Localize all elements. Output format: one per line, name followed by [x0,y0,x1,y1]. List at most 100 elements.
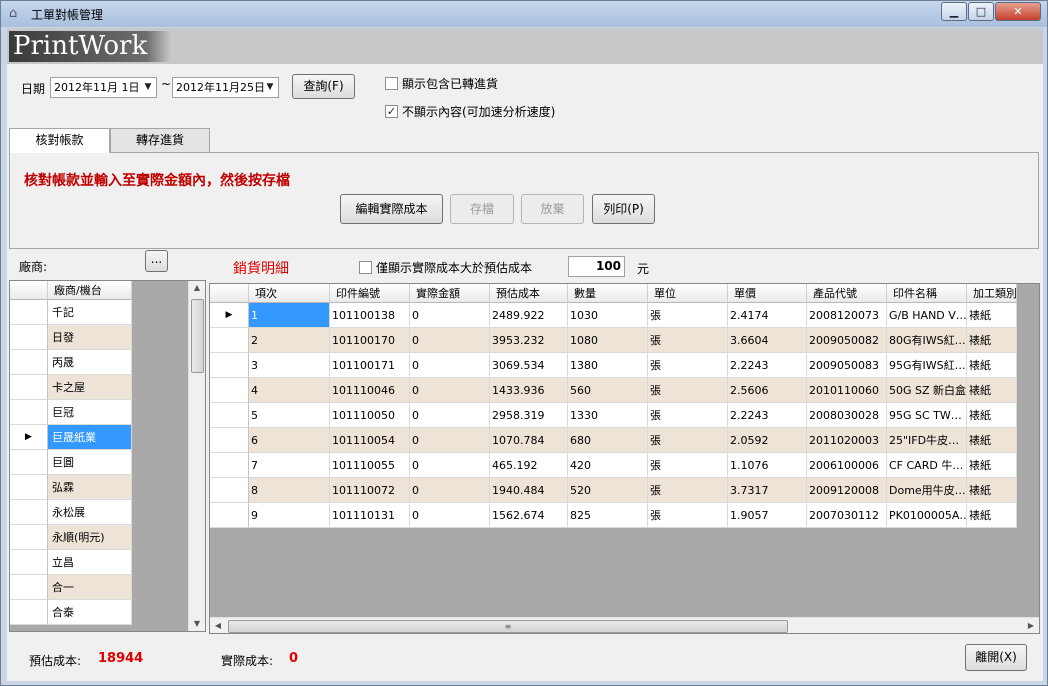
detail-cell[interactable]: 張 [648,378,728,403]
column-header[interactable]: 單價 [728,284,807,303]
column-header[interactable]: 印件名稱 [887,284,967,303]
scroll-left-icon[interactable]: ◀ [212,621,224,630]
vendor-row-header[interactable] [10,300,48,325]
detail-row-header[interactable]: ▶ [210,303,249,328]
detail-cell[interactable]: PK0100005A… [887,503,967,528]
vendor-row[interactable]: 立昌 [48,550,132,575]
detail-cell[interactable]: 5 [249,403,330,428]
detail-cell[interactable]: 3.6604 [728,328,807,353]
detail-cell[interactable]: 2009050083 [807,353,887,378]
detail-cell[interactable]: 0 [410,503,490,528]
detail-cell[interactable]: 1433.936 [490,378,568,403]
column-header[interactable]: 加工類別 [967,284,1017,303]
cost-filter-checkbox[interactable] [359,261,372,274]
detail-cell[interactable]: 2009120008 [807,478,887,503]
detail-cell[interactable]: 1 [249,303,330,328]
query-button[interactable]: 查詢(F) [292,74,355,99]
detail-cell[interactable]: 7 [249,453,330,478]
detail-cell[interactable]: 95G SC TW… [887,403,967,428]
detail-cell[interactable]: 1940.484 [490,478,568,503]
vendor-row[interactable]: 日發 [48,325,132,350]
column-header[interactable]: 項次 [249,284,330,303]
detail-cell[interactable]: 6 [249,428,330,453]
detail-cell[interactable]: 80G有IWS紅… [887,328,967,353]
vendor-row[interactable]: 卡之屋 [48,375,132,400]
detail-cell[interactable]: 裱紙 [967,503,1017,528]
scroll-thumb[interactable] [191,299,204,373]
detail-cell[interactable]: 裱紙 [967,303,1017,328]
vendor-row-header[interactable] [10,475,48,500]
detail-cell[interactable]: 465.192 [490,453,568,478]
detail-cell[interactable]: 裱紙 [967,428,1017,453]
detail-cell[interactable]: 420 [568,453,648,478]
detail-row-header[interactable] [210,378,249,403]
detail-cell[interactable]: 825 [568,503,648,528]
detail-cell[interactable]: 張 [648,503,728,528]
tab-transfer[interactable]: 轉存進貨 [110,128,210,152]
detail-cell[interactable]: 0 [410,453,490,478]
detail-cell[interactable]: 裱紙 [967,453,1017,478]
detail-cell[interactable]: 張 [648,428,728,453]
edit-actual-cost-button[interactable]: 編輯實際成本 [340,194,443,224]
vendor-row[interactable]: 永松展 [48,500,132,525]
detail-cell[interactable]: 0 [410,303,490,328]
detail-cell[interactable]: 1.9057 [728,503,807,528]
detail-cell[interactable]: 1380 [568,353,648,378]
detail-cell[interactable]: 裱紙 [967,403,1017,428]
detail-cell[interactable]: 2.4174 [728,303,807,328]
vendor-row[interactable]: 丙晟 [48,350,132,375]
detail-cell[interactable]: 680 [568,428,648,453]
detail-cell[interactable]: 25"IFD牛皮… [887,428,967,453]
detail-cell[interactable]: 張 [648,303,728,328]
vendor-row-header[interactable]: ▶ [10,425,48,450]
column-header[interactable]: 單位 [648,284,728,303]
detail-cell[interactable]: 520 [568,478,648,503]
detail-row-header[interactable] [210,353,249,378]
detail-cell[interactable]: 裱紙 [967,328,1017,353]
detail-cell[interactable]: 101100170 [330,328,410,353]
detail-cell[interactable]: 2008030028 [807,403,887,428]
detail-cell[interactable]: 2007030112 [807,503,887,528]
detail-cell[interactable]: 101110050 [330,403,410,428]
minimize-button[interactable]: ▁ [941,2,967,21]
detail-row-header[interactable] [210,403,249,428]
exit-button[interactable]: 離開(X) [965,644,1027,671]
vendor-row-header[interactable] [10,325,48,350]
column-header[interactable]: 產品代號 [807,284,887,303]
detail-cell[interactable]: 3.7317 [728,478,807,503]
vendor-row-header[interactable] [10,550,48,575]
vendor-grid-vscrollbar[interactable]: ▲ ▼ [188,281,205,631]
detail-cell[interactable]: 2006100006 [807,453,887,478]
vendor-row-header[interactable] [10,500,48,525]
detail-cell[interactable]: 101110046 [330,378,410,403]
detail-cell[interactable]: 1.1076 [728,453,807,478]
detail-cell[interactable]: 95G有IWS紅… [887,353,967,378]
detail-cell[interactable]: 1030 [568,303,648,328]
detail-cell[interactable]: 張 [648,328,728,353]
detail-cell[interactable]: 裱紙 [967,353,1017,378]
scroll-right-icon[interactable]: ▶ [1025,621,1037,630]
column-header[interactable]: 數量 [568,284,648,303]
column-header[interactable]: 印件編號 [330,284,410,303]
detail-cell[interactable]: CF CARD 牛… [887,453,967,478]
detail-cell[interactable]: 3 [249,353,330,378]
detail-cell[interactable]: 2010110060 [807,378,887,403]
detail-cell[interactable]: 1070.784 [490,428,568,453]
detail-cell[interactable]: 4 [249,378,330,403]
vendor-row[interactable]: 合一 [48,575,132,600]
detail-cell[interactable]: 1562.674 [490,503,568,528]
detail-row-header[interactable] [210,453,249,478]
column-header[interactable]: 實際金額 [410,284,490,303]
detail-cell[interactable]: 張 [648,353,728,378]
vendor-row[interactable]: 巨冠 [48,400,132,425]
detail-cell[interactable]: 0 [410,328,490,353]
hscroll-thumb[interactable]: ≡ [228,620,788,633]
detail-cell[interactable]: 8 [249,478,330,503]
vendor-row[interactable]: 永順(明元) [48,525,132,550]
detail-cell[interactable]: 2 [249,328,330,353]
detail-cell[interactable]: 50G SZ 新白盒 [887,378,967,403]
save-button[interactable]: 存檔 [450,194,514,224]
detail-cell[interactable]: 101110054 [330,428,410,453]
detail-cell[interactable]: 張 [648,478,728,503]
vendor-row-header[interactable] [10,575,48,600]
